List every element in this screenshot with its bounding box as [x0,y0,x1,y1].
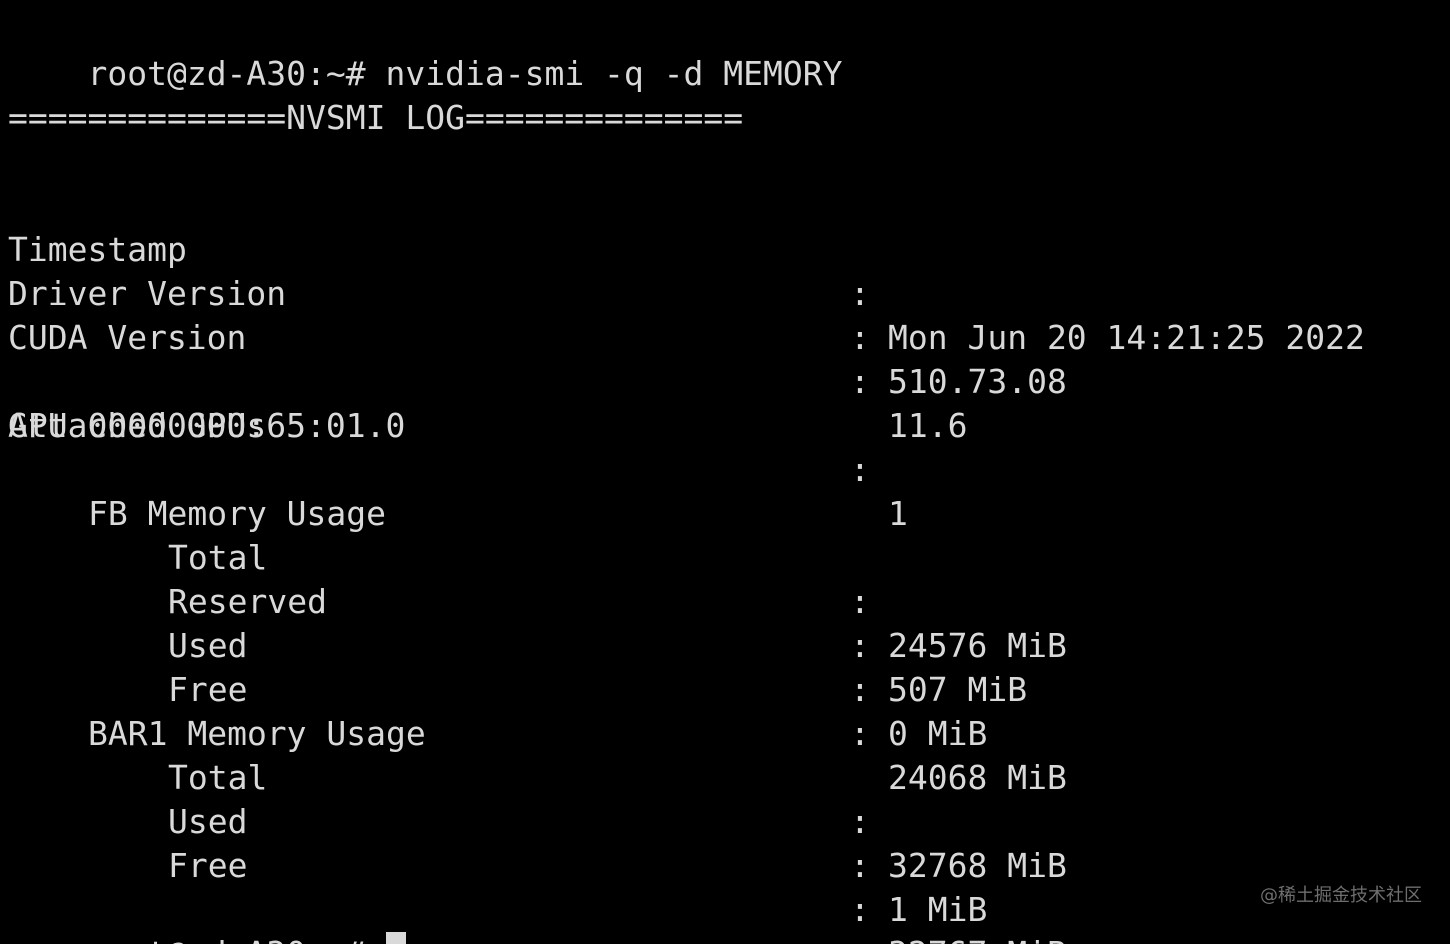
row-separator: : [850,318,870,357]
text-cursor [385,932,406,944]
row-label: Free [168,846,248,885]
log-header: ==============NVSMI LOG============== [8,98,744,137]
shell-prompt: root@zd-A30:~# [87,934,365,944]
row-value: 1 MiB [888,890,988,929]
fb-memory-title-row: FB Memory Usage [8,448,1448,533]
row-value: 32768 MiB [888,846,1067,885]
row-separator: : [850,846,870,885]
terminal-window[interactable]: root@zd-A30:~# nvidia-smi -q -d MEMORY =… [0,0,1450,944]
row-label: CUDA Version [8,318,247,357]
timestamp-row: Timestamp : Mon Jun 20 14:21:25 2022 [8,184,1448,357]
driver-version-row: Driver Version : 510.73.08 [8,228,1448,401]
fb-total-row: Total : 24576 MiB [8,492,1448,665]
attached-gpus-row: Attached GPUs : 1 [8,360,1448,533]
bar1-used-row: Used : 1 MiB [8,756,1448,929]
bar1-free-row: Free : 32767 MiB [8,800,1448,944]
row-value: 32767 MiB [888,932,1067,944]
cuda-version-row: CUDA Version : 11.6 [8,272,1448,445]
fb-used-row: Used : 0 MiB [8,580,1448,753]
row-value: 11.6 [888,406,968,445]
gpu-id: GPU 00000000:65:01.0 [8,406,406,445]
fb-reserved-row: Reserved : 507 MiB [8,536,1448,709]
bar1-memory-title-row: BAR1 Memory Usage [8,668,1448,753]
shell-prompt: root@zd-A30:~# [87,54,366,93]
watermark: @稀土掘金技术社区 [1260,885,1422,906]
fb-free-row: Free : 24068 MiB [8,624,1448,797]
bar1-total-row: Total : 32768 MiB [8,712,1448,885]
command-line: root@zd-A30:~# nvidia-smi -q -d MEMORY [8,8,842,93]
bottom-command-line[interactable]: root@zd-A30:~# [8,888,406,944]
row-separator: : [850,890,870,929]
row-value: Mon Jun 20 14:21:25 2022 [888,318,1365,357]
command-text: nvidia-smi -q -d MEMORY [385,54,843,93]
